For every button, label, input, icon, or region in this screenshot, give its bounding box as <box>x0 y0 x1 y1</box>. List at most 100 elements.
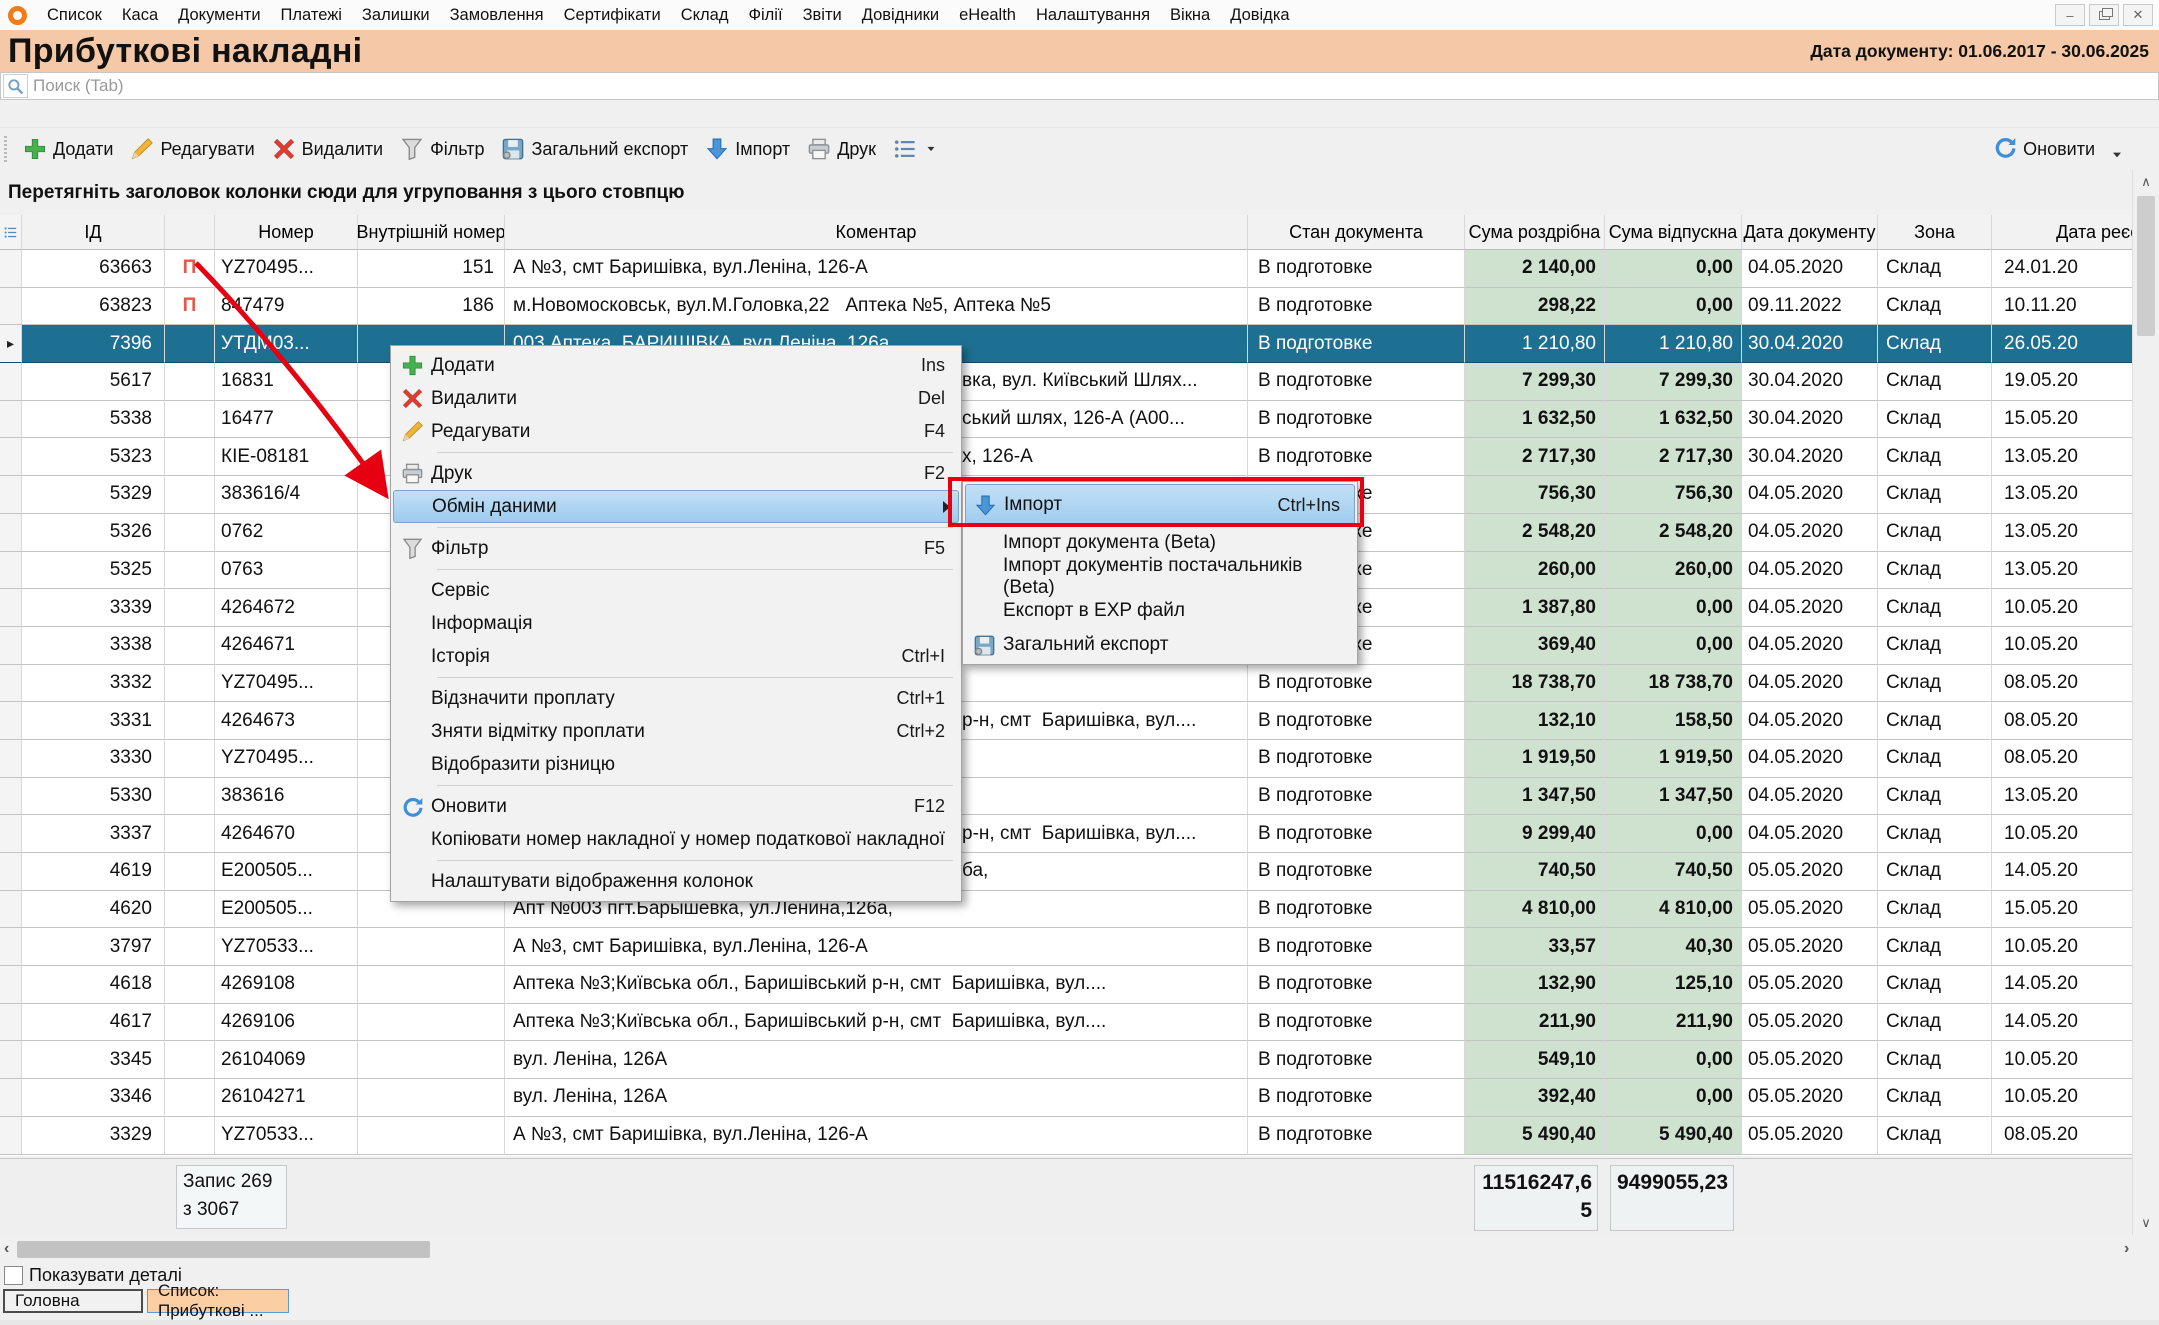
cell-sum-retail[interactable]: 211,90 <box>1465 1004 1605 1042</box>
cell-doc-date[interactable]: 30.04.2020 <box>1742 325 1878 363</box>
cell-number[interactable]: 0762 <box>215 514 358 552</box>
cell-reg-date[interactable]: 10.05.20 <box>1992 815 2132 853</box>
cell-doc-date[interactable]: 05.05.2020 <box>1742 1004 1878 1042</box>
cell-zone[interactable]: Склад <box>1878 288 1992 326</box>
cell-doc-date[interactable]: 04.05.2020 <box>1742 778 1878 816</box>
cell-payment-flag[interactable] <box>165 778 215 816</box>
table-row[interactable]: 33314264673р-н, смт Баришівка, вул....В … <box>0 702 2132 740</box>
cell-number[interactable]: 383616/4 <box>215 476 358 514</box>
cell-number[interactable]: КІЕ-08181 <box>215 438 358 476</box>
cell-status[interactable]: В подготовке <box>1248 401 1465 439</box>
toolbar-button-7[interactable]: Друк <box>799 134 885 164</box>
cell-payment-flag[interactable] <box>165 1041 215 1079</box>
table-row[interactable]: 334626104271вул. Леніна, 126АВ подготовк… <box>0 1079 2132 1117</box>
column-header-6[interactable]: Стан документа <box>1248 215 1465 250</box>
context-menu-item-3[interactable]: РедагуватиF4 <box>393 415 959 448</box>
cell-id[interactable]: 3331 <box>22 702 165 740</box>
cell-sum-retail[interactable]: 2 140,00 <box>1465 250 1605 288</box>
cell-payment-flag[interactable] <box>165 665 215 703</box>
cell-sum-retail[interactable]: 132,10 <box>1465 702 1605 740</box>
toolbar-drag-handle[interactable] <box>4 136 7 162</box>
cell-id[interactable]: 4618 <box>22 966 165 1004</box>
cell-status[interactable]: В подготовке <box>1248 928 1465 966</box>
cell-payment-flag[interactable] <box>165 476 215 514</box>
cell-status[interactable]: В подготовке <box>1248 891 1465 929</box>
cell-id[interactable]: 3346 <box>22 1079 165 1117</box>
cell-payment-flag[interactable] <box>165 627 215 665</box>
cell-comment[interactable]: А №3, смт Баришівка, вул.Леніна, 126-А <box>505 250 1248 288</box>
context-menu-item-8[interactable]: Інформація <box>393 607 959 640</box>
cell-sum-dispatch[interactable]: 211,90 <box>1605 1004 1742 1042</box>
cell-id[interactable]: 3330 <box>22 740 165 778</box>
cell-id[interactable]: 5326 <box>22 514 165 552</box>
cell-number[interactable]: 4264670 <box>215 815 358 853</box>
table-row[interactable]: 3329YZ70533...А №3, смт Баришівка, вул.Л… <box>0 1117 2132 1155</box>
column-header-10[interactable]: Зона <box>1878 215 1992 250</box>
cell-id[interactable]: 3332 <box>22 665 165 703</box>
cell-number[interactable]: 16477 <box>215 401 358 439</box>
cell-id[interactable]: 5325 <box>22 552 165 590</box>
table-row[interactable]: 4619Е200505...ба,В подготовке740,50740,5… <box>0 853 2132 891</box>
cell-id[interactable]: 3339 <box>22 589 165 627</box>
cell-sum-retail[interactable]: 756,30 <box>1465 476 1605 514</box>
cell-sum-retail[interactable]: 1 632,50 <box>1465 401 1605 439</box>
cell-sum-dispatch[interactable]: 0,00 <box>1605 250 1742 288</box>
cell-sum-retail[interactable]: 369,40 <box>1465 627 1605 665</box>
cell-reg-date[interactable]: 08.05.20 <box>1992 665 2132 703</box>
table-row[interactable]: 334526104069вул. Леніна, 126АВ подготовк… <box>0 1041 2132 1079</box>
cell-id[interactable]: 5330 <box>22 778 165 816</box>
cell-status[interactable]: В подготовке <box>1248 853 1465 891</box>
column-header-1[interactable]: ІД <box>22 215 165 250</box>
vertical-scrollbar[interactable]: ∧ ∨ <box>2132 170 2159 1235</box>
cell-reg-date[interactable]: 13.05.20 <box>1992 552 2132 590</box>
cell-reg-date[interactable]: 15.05.20 <box>1992 891 2132 929</box>
cell-id[interactable]: 3337 <box>22 815 165 853</box>
cell-sum-retail[interactable]: 549,10 <box>1465 1041 1605 1079</box>
menubar-item-14[interactable]: Вікна <box>1160 6 1220 24</box>
cell-status[interactable]: В подготовке <box>1248 325 1465 363</box>
cell-number[interactable]: YZ70495... <box>215 665 358 703</box>
context-menu-item-9[interactable]: ІсторіяCtrl+I <box>393 640 959 673</box>
cell-sum-dispatch[interactable]: 0,00 <box>1605 1079 1742 1117</box>
cell-payment-flag[interactable]: П <box>165 250 215 288</box>
table-row[interactable]: 63823П847479186м.Новомосковськ, вул.М.Го… <box>0 288 2132 326</box>
toolbar-button-1[interactable]: Додати <box>15 134 122 164</box>
cell-doc-date[interactable]: 04.05.2020 <box>1742 250 1878 288</box>
cell-doc-date[interactable]: 09.11.2022 <box>1742 288 1878 326</box>
menubar-item-12[interactable]: eHealth <box>949 6 1026 24</box>
table-row[interactable]: 5330383616В подготовке1 347,501 347,5004… <box>0 778 2132 816</box>
cell-sum-dispatch[interactable]: 125,10 <box>1605 966 1742 1004</box>
cell-zone[interactable]: Склад <box>1878 1117 1992 1155</box>
cell-zone[interactable]: Склад <box>1878 438 1992 476</box>
close-button[interactable]: ✕ <box>2123 4 2153 26</box>
cell-status[interactable]: В подготовке <box>1248 815 1465 853</box>
cell-zone[interactable]: Склад <box>1878 1041 1992 1079</box>
cell-sum-retail[interactable]: 7 299,30 <box>1465 363 1605 401</box>
cell-zone[interactable]: Склад <box>1878 627 1992 665</box>
cell-comment[interactable]: м.Новомосковськ, вул.М.Головка,22 Аптека… <box>505 288 1248 326</box>
cell-status[interactable]: В подготовке <box>1248 1004 1465 1042</box>
scroll-right-icon[interactable]: › <box>2124 1240 2129 1258</box>
cell-comment[interactable]: вул. Леніна, 126А <box>505 1041 1248 1079</box>
cell-doc-date[interactable]: 05.05.2020 <box>1742 1041 1878 1079</box>
cell-sum-dispatch[interactable]: 0,00 <box>1605 1041 1742 1079</box>
cell-payment-flag[interactable] <box>165 1079 215 1117</box>
cell-zone[interactable]: Склад <box>1878 1004 1992 1042</box>
cell-reg-date[interactable]: 13.05.20 <box>1992 438 2132 476</box>
refresh-button[interactable]: Оновити <box>1985 132 2131 167</box>
show-details-checkbox[interactable] <box>4 1266 23 1285</box>
cell-zone[interactable]: Склад <box>1878 363 1992 401</box>
scroll-up-icon[interactable]: ∧ <box>2136 172 2156 192</box>
menubar-item-2[interactable]: Каса <box>112 6 168 24</box>
cell-reg-date[interactable]: 10.05.20 <box>1992 1079 2132 1117</box>
cell-status[interactable]: В подготовке <box>1248 288 1465 326</box>
column-header-4[interactable]: Внутрішній номер <box>358 215 505 250</box>
cell-zone[interactable]: Склад <box>1878 401 1992 439</box>
cell-status[interactable]: В подготовке <box>1248 250 1465 288</box>
cell-reg-date[interactable]: 10.05.20 <box>1992 627 2132 665</box>
cell-internal-number[interactable] <box>358 1041 505 1079</box>
table-row-selected[interactable]: ▸7396УТДМ03...003 Аптека БАРИШІВКА вул Л… <box>0 325 2132 363</box>
cell-doc-date[interactable]: 04.05.2020 <box>1742 589 1878 627</box>
cell-id[interactable]: 3338 <box>22 627 165 665</box>
menubar-item-10[interactable]: Звіти <box>793 6 852 24</box>
